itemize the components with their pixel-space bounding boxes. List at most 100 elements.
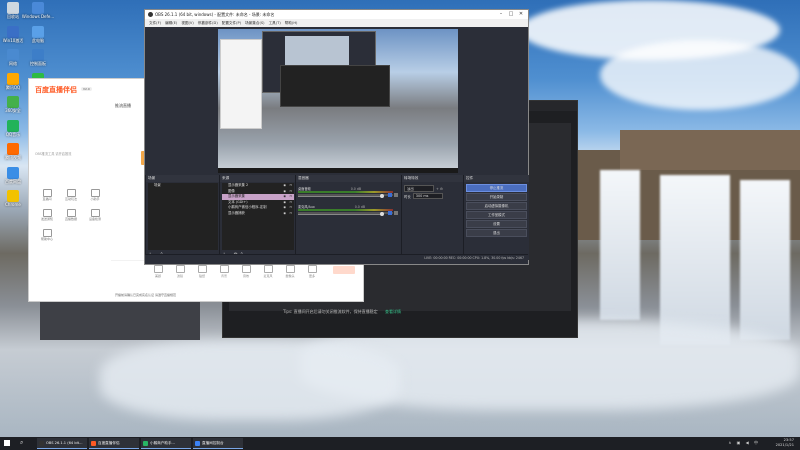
tray-icons[interactable]: ∧ ▣ ◀ 中: [728, 440, 760, 446]
live-tool-button[interactable]: 背景: [217, 265, 231, 278]
volume-meter: [298, 191, 393, 193]
desktop-icon[interactable]: 回收站: [2, 2, 24, 19]
control-button[interactable]: 启动虚拟摄像机: [466, 202, 527, 210]
taskbar-task-label: OBS 26.1.1 (64 bit...: [46, 441, 83, 445]
add-transition-icon[interactable]: + ⚙: [436, 187, 443, 191]
live-side-item[interactable]: 直播间: [35, 189, 59, 201]
volume-slider-handle[interactable]: [380, 212, 384, 216]
desktop-icon[interactable]: 此电脑: [27, 25, 49, 43]
tool-label: 背景: [220, 274, 227, 278]
desktop-icon[interactable]: QQ音乐: [2, 119, 24, 137]
tool-icon: [153, 265, 163, 273]
live-tool-button[interactable]: 贴纸: [195, 265, 209, 278]
live-side-label: 帮助中心: [40, 237, 53, 241]
app-icon: [7, 2, 19, 14]
desktop-icon[interactable]: 腾讯QQ: [2, 72, 24, 90]
search-icon[interactable]: ⌕: [20, 440, 23, 446]
windows-start-icon[interactable]: [4, 440, 10, 446]
close-icon[interactable]: ✕: [516, 10, 526, 19]
taskbar-task[interactable]: 百度直播伴侣: [89, 438, 139, 449]
taskbar-task[interactable]: 直播间控制台: [193, 438, 243, 449]
source-item[interactable]: 显示器捕获 ◉ ⊓: [222, 211, 294, 217]
obs-preview[interactable]: [218, 29, 458, 173]
live-side-item[interactable]: 设备检测: [83, 209, 107, 221]
desktop-icon-label: 360安全: [5, 108, 21, 113]
scenes-list[interactable]: 场景: [148, 183, 218, 250]
tool-icon: [175, 265, 185, 273]
clock[interactable]: 23:57 2021/1/21: [776, 438, 794, 448]
eye-icon[interactable]: ◉: [283, 211, 286, 217]
obs-menu-item[interactable]: 视图(V): [181, 19, 193, 27]
live-side-item[interactable]: 发送通知: [35, 209, 59, 221]
obs-menu-item[interactable]: 文件(F): [149, 19, 161, 27]
footer-link[interactable]: 查看详情: [385, 309, 401, 314]
desktop-icon[interactable]: 腾讯视频: [2, 143, 24, 160]
live-side-item[interactable]: 帮助中心: [35, 229, 59, 241]
obs-menu-item[interactable]: 工具(T): [269, 19, 281, 27]
control-button[interactable]: 开始录制: [466, 193, 527, 201]
desktop-icon[interactable]: 网络: [2, 49, 24, 66]
gear-icon[interactable]: [394, 211, 398, 215]
live-logo: 百度直播伴侣: [35, 86, 77, 94]
app-icon: [7, 119, 19, 132]
clock-date: 2021/1/21: [775, 443, 794, 447]
obs-titlebar[interactable]: OBS 26.1.1 (64 bit, windows) - 配置文件: 未命名…: [145, 10, 528, 19]
live-tool-button[interactable]: 滤镜: [173, 265, 187, 278]
volume-slider[interactable]: [298, 214, 383, 215]
obs-menu-item[interactable]: 编辑(E): [165, 19, 177, 27]
live-side-item[interactable]: 直播数据: [59, 209, 83, 221]
live-tool-button[interactable]: 美颜: [151, 265, 165, 278]
live-side-label: 直播数据: [64, 217, 77, 221]
control-button[interactable]: 退出: [466, 229, 527, 237]
obs-menu-item[interactable]: 停靠部件(D): [198, 19, 218, 27]
control-button[interactable]: 设置: [466, 220, 527, 228]
live-tool-button[interactable]: 音效: [239, 265, 253, 278]
volume-slider-handle[interactable]: [380, 194, 384, 198]
duration-input[interactable]: 300 ms: [412, 193, 443, 199]
gear-icon[interactable]: [394, 193, 398, 197]
tool-label: 音效: [242, 274, 249, 278]
obs-menu-item[interactable]: 帮助(H): [285, 19, 298, 27]
speaker-icon[interactable]: [388, 193, 392, 197]
live-tool-button[interactable]: 更多: [305, 265, 319, 278]
taskbar-task[interactable]: OBS 26.1.1 (64 bit...: [37, 438, 87, 449]
scene-item[interactable]: 场景: [148, 183, 218, 189]
transition-select[interactable]: 淡出: [404, 185, 434, 192]
volume-meter: [298, 209, 393, 211]
obs-menu-item[interactable]: 配置文件(P): [222, 19, 241, 27]
preview-taskbar: [218, 168, 458, 173]
obs-menu-item[interactable]: 场景集合(S): [245, 19, 264, 27]
desktop-icon[interactable]: Chrome: [2, 190, 24, 207]
app-icon: [143, 441, 148, 446]
start-live-button[interactable]: [333, 266, 355, 274]
desktop-icon[interactable]: Windows Defe...: [22, 2, 54, 19]
dock-transitions: 转场特效 淡出 + ⚙ 时长 300 ms: [401, 175, 464, 260]
live-side-item[interactable]: 小助手: [83, 189, 107, 201]
sources-list[interactable]: 显示器采集 2 ◉ ⊓ 图像 ◉ ⊓ 显示器采集 ◉ ⊓ 文本 (GDI+) ◉ ⊓ 小鹅商户微信小程序…: [222, 183, 294, 250]
lock-icon[interactable]: ⊓: [290, 211, 292, 217]
desktop-icon[interactable]: Win10激活: [2, 25, 24, 43]
taskbar-task-label: 直播间控制台: [202, 441, 224, 445]
minimize-icon[interactable]: –: [496, 10, 506, 19]
desktop-icon[interactable]: 控制面板: [27, 49, 49, 66]
dock-scenes-title: 场景: [146, 175, 220, 182]
live-side-item[interactable]: 互动玩法: [59, 189, 83, 201]
live-hint: OBS推流工具 请开启推流: [35, 152, 72, 156]
app-icon: [7, 72, 19, 85]
control-button[interactable]: 工作室模式: [466, 211, 527, 219]
live-notice: 开播前请确认已完成实名认证 请遵守直播规范: [115, 293, 176, 297]
speaker-icon[interactable]: [388, 211, 392, 215]
tool-icon: [42, 229, 52, 237]
live-tool-button[interactable]: 麦克风: [261, 265, 275, 278]
app-icon: [32, 49, 44, 61]
taskbar-task[interactable]: 小鹅商户助手...: [141, 438, 191, 449]
live-tool-button[interactable]: 摄像头: [283, 265, 297, 278]
taskbar: ⌕ OBS 26.1.1 (64 bit... 百度直播伴侣 小鹅商户助手... 直播…: [0, 437, 800, 450]
tool-icon: [42, 209, 52, 217]
control-button[interactable]: 停止推流: [466, 184, 527, 192]
desktop-icon[interactable]: 百度网盘: [2, 166, 24, 184]
desktop-icon[interactable]: 360安全: [2, 96, 24, 113]
obs-window[interactable]: OBS 26.1.1 (64 bit, windows) - 配置文件: 未命名…: [144, 9, 529, 265]
maximize-icon[interactable]: □: [506, 10, 516, 19]
volume-slider[interactable]: [298, 196, 383, 197]
